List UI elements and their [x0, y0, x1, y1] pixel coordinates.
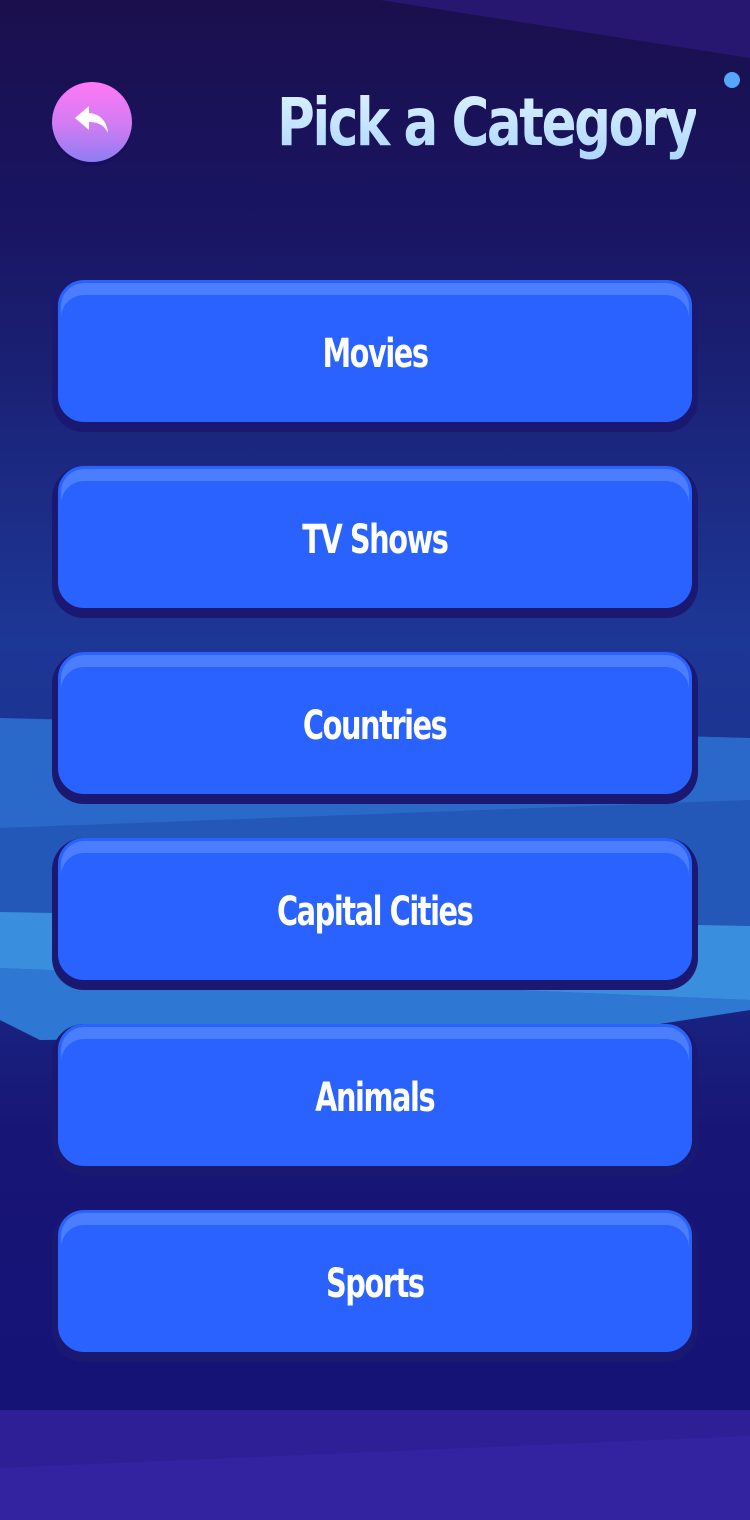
page-title: Pick a Category: [277, 78, 698, 168]
category-label: Movies: [322, 331, 429, 377]
category-button-tv-shows[interactable]: TV Shows: [52, 466, 698, 618]
category-label: TV Shows: [302, 517, 449, 563]
category-label: Capital Cities: [277, 889, 474, 935]
category-label: Countries: [303, 703, 448, 749]
category-label: Sports: [326, 1261, 425, 1307]
category-button-sports[interactable]: Sports: [52, 1210, 698, 1362]
category-label: Animals: [315, 1075, 435, 1121]
category-button-countries[interactable]: Countries: [52, 652, 698, 804]
category-button-face: Sports: [58, 1210, 692, 1352]
category-button-face: Capital Cities: [58, 838, 692, 980]
category-list: Movies TV Shows Countries Capital Cities…: [52, 280, 698, 1396]
category-button-face: Movies: [58, 280, 692, 422]
category-button-movies[interactable]: Movies: [52, 280, 698, 432]
category-button-face: TV Shows: [58, 466, 692, 608]
category-button-animals[interactable]: Animals: [52, 1024, 698, 1176]
category-button-capital-cities[interactable]: Capital Cities: [52, 838, 698, 990]
back-button[interactable]: [52, 82, 132, 162]
back-arrow-icon: [75, 106, 108, 133]
decorative-dot: [724, 72, 740, 88]
category-button-face: Countries: [58, 652, 692, 794]
category-button-face: Animals: [58, 1024, 692, 1166]
